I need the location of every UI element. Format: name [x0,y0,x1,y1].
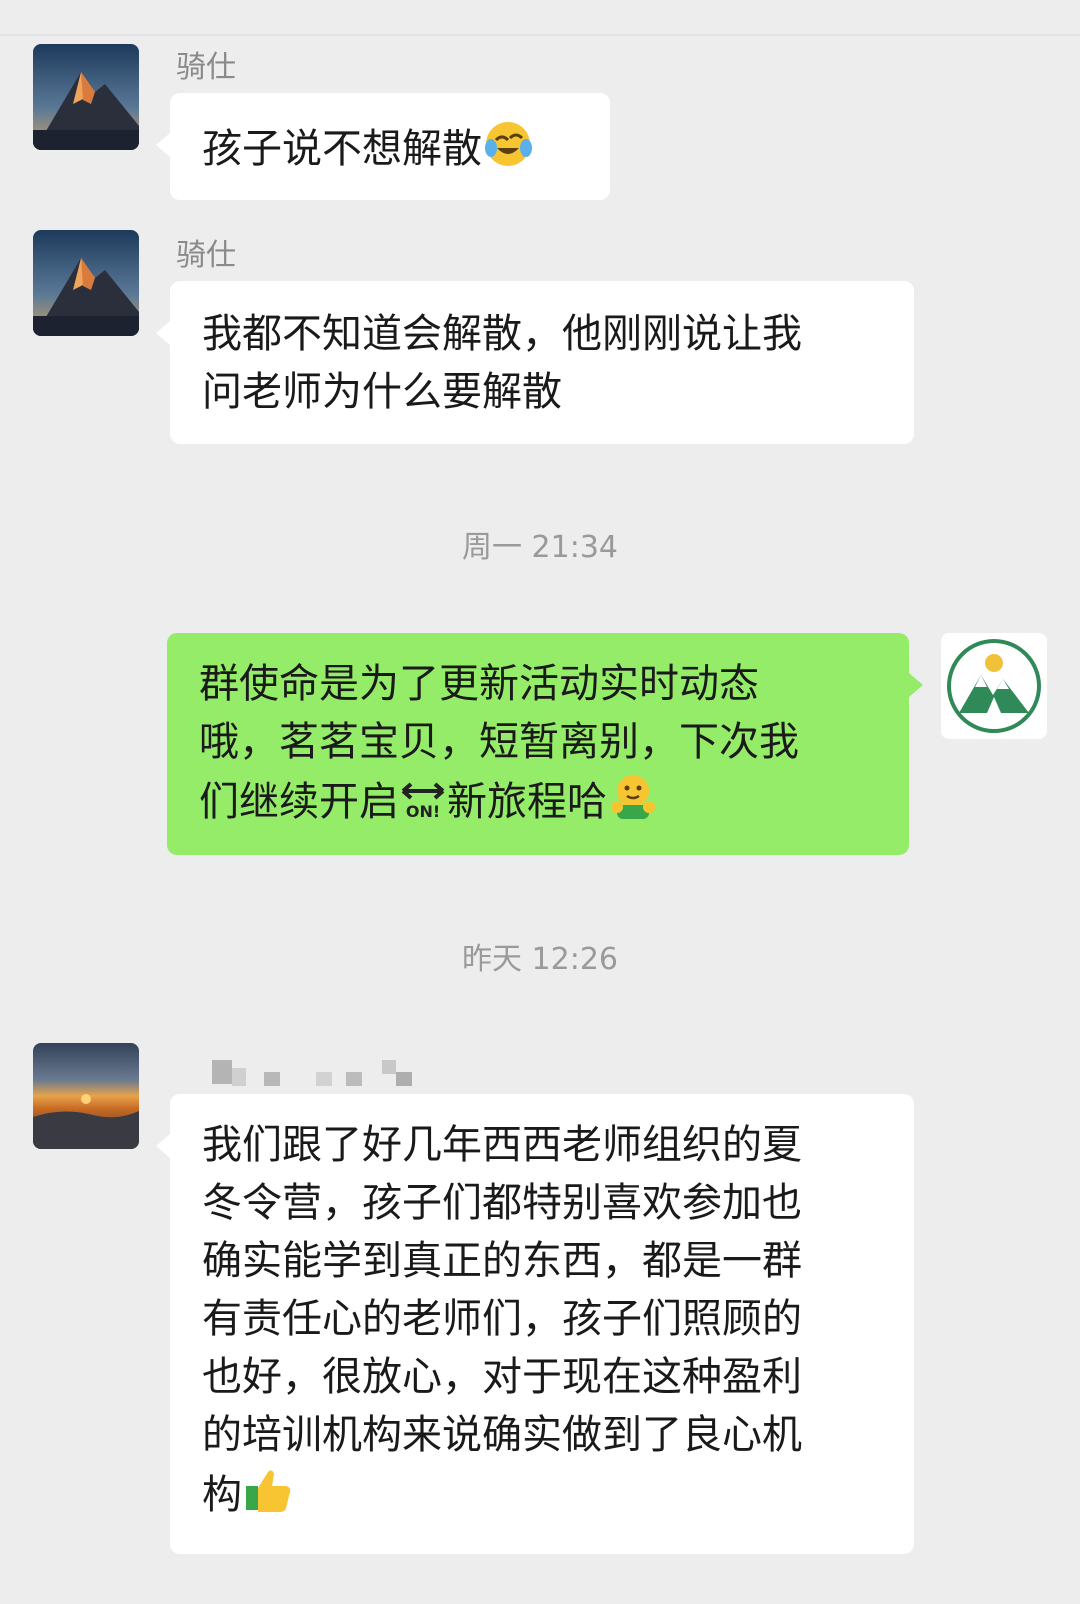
sender-name: 骑仕 [176,50,236,85]
message-text: 孩子说不想解散 [202,126,482,172]
message-text: 的培训机构来说确实做到了良心机 [202,1412,802,1458]
message-text: 新旅程哈 [447,779,607,825]
message-bubble[interactable]: 孩子说不想解散 [156,93,610,200]
message-bubble[interactable]: 我都不知道会解散，他刚刚说让我 问老师为什么要解散 [156,281,914,444]
message-text: 我都不知道会解散，他刚刚说让我 [202,311,802,357]
message-bubble[interactable]: 我们跟了好几年西西老师组织的夏 冬令营，孩子们都特别喜欢参加也 确实能学到真正的… [156,1094,914,1554]
my-avatar[interactable] [941,633,1047,739]
message-text: 有责任心的老师们，孩子们照顾的 [202,1296,802,1342]
message-text: 问老师为什么要解散 [202,369,562,415]
on-arrow-emoji: ON! [399,775,447,839]
sender-avatar[interactable] [33,44,139,150]
thumbs-up-emoji [242,1464,294,1532]
message-text: 也好，很放心，对于现在这种盈利 [202,1354,802,1400]
face-with-tears-of-joy-emoji [482,118,534,186]
sender-name: 骑仕 [176,238,236,273]
message-text: 群使命是为了更新活动实时动态 [199,661,759,707]
sender-avatar[interactable] [33,230,139,336]
message-text: 确实能学到真正的东西，都是一群 [202,1238,802,1284]
message-text: 我们跟了好几年西西老师组织的夏 [202,1122,802,1168]
message-text: 冬令营，孩子们都特别喜欢参加也 [202,1180,802,1226]
message-text: 构 [202,1472,242,1518]
svg-text:ON!: ON! [406,802,440,821]
timestamp: 昨天 12:26 [462,942,618,977]
timestamp: 周一 21:34 [462,530,618,565]
top-divider [0,34,1080,36]
message-text: 哦，茗茗宝贝，短暂离别，下次我 [199,719,799,765]
sender-avatar[interactable] [33,1043,139,1149]
message-bubble[interactable]: 群使命是为了更新活动实时动态 哦，茗茗宝贝，短暂离别，下次我 们继续开启 ON!… [167,633,923,855]
message-text: 们继续开启 [199,779,399,825]
hugging-face-emoji [607,771,659,839]
